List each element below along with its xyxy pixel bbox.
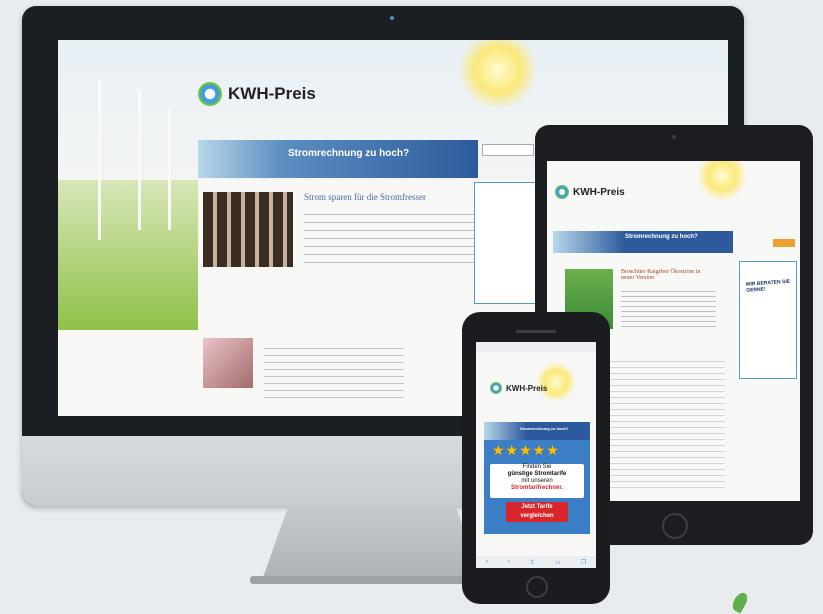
ad-line: Finden Sie	[522, 464, 552, 470]
tabs-icon[interactable]: ❐	[581, 559, 586, 566]
grass-background	[58, 180, 198, 330]
ad-line: Stromtarifrechner.	[510, 485, 564, 491]
wind-turbine	[98, 80, 101, 240]
site-logo[interactable]: KWH-Preis	[198, 82, 316, 106]
search-input[interactable]	[482, 144, 534, 156]
banner[interactable]: Stromrechnung zu hoch?	[553, 231, 733, 253]
banner[interactable]: Stromrechnung zu hoch?	[484, 422, 590, 440]
sidebar-ad[interactable]: WIR BERATEN SIE GERNE!	[739, 261, 797, 379]
bookmarks-icon[interactable]: ▭	[555, 559, 561, 566]
phone-device: KWH-Preis Stromrechnung zu hoch? ★★★★★ F…	[462, 312, 610, 604]
tariff-ad[interactable]: ★★★★★ Finden Sie günstige Stromtarife mi…	[484, 440, 590, 534]
rating-stars-icon: ★★★★★	[492, 442, 560, 458]
banner[interactable]: Stromrechnung zu hoch?	[198, 140, 478, 178]
banner-title: Stromrechnung zu hoch?	[520, 426, 569, 431]
site-logo[interactable]: KWH-Preis	[555, 185, 625, 199]
post-image[interactable]	[203, 338, 253, 388]
search-button[interactable]	[773, 239, 795, 247]
logo-text: KWH-Preis	[506, 383, 548, 393]
logo-icon	[490, 382, 502, 394]
tablet-camera	[672, 135, 676, 139]
status-bar	[476, 342, 596, 352]
home-button[interactable]	[526, 576, 548, 598]
logo-text: KWH-Preis	[228, 84, 316, 103]
logo-icon	[555, 185, 569, 199]
monitor-stand	[262, 506, 482, 580]
ad-text: WIR BERATEN SIE GERNE!	[745, 278, 791, 294]
forward-icon[interactable]: ›	[508, 559, 510, 565]
sun-decoration	[697, 161, 747, 201]
ad-line: günstige Stromtarife	[507, 471, 567, 477]
wind-turbine	[138, 90, 141, 230]
post-excerpt	[264, 348, 404, 398]
back-icon[interactable]: ‹	[486, 559, 488, 565]
phone-speaker	[516, 330, 556, 333]
home-button[interactable]	[662, 513, 688, 539]
ad-text: Finden Sie günstige Stromtarife mit unse…	[490, 464, 584, 498]
banner-title: Stromrechnung zu hoch?	[288, 148, 410, 159]
banner-title: Stromrechnung zu hoch?	[625, 234, 698, 240]
ad-line: mit unseren	[521, 478, 553, 484]
post-excerpt	[304, 214, 474, 270]
logo-text: KWH-Preis	[573, 186, 625, 198]
leaf-decoration	[729, 590, 751, 614]
post-title[interactable]: Strom sparen für die Stromfresser	[304, 192, 426, 202]
post-excerpt	[621, 291, 716, 331]
post-image[interactable]	[203, 192, 293, 267]
compare-tariffs-button[interactable]: Jetzt Tarife vergleichen	[506, 502, 568, 522]
sidebar-ad[interactable]	[474, 182, 536, 304]
wind-turbine	[168, 110, 171, 230]
share-icon[interactable]: ⇪	[530, 559, 535, 566]
browser-toolbar: ‹ › ⇪ ▭ ❐	[476, 556, 596, 568]
site-logo[interactable]: KWH-Preis	[490, 382, 547, 394]
phone-screen: KWH-Preis Stromrechnung zu hoch? ★★★★★ F…	[476, 342, 596, 568]
monitor-camera	[390, 16, 394, 20]
monitor-stand-base	[250, 576, 494, 584]
post-title[interactable]: Broschüre Ratgeber Ökostrom in neuer Ver…	[621, 269, 701, 281]
logo-icon	[198, 82, 222, 106]
